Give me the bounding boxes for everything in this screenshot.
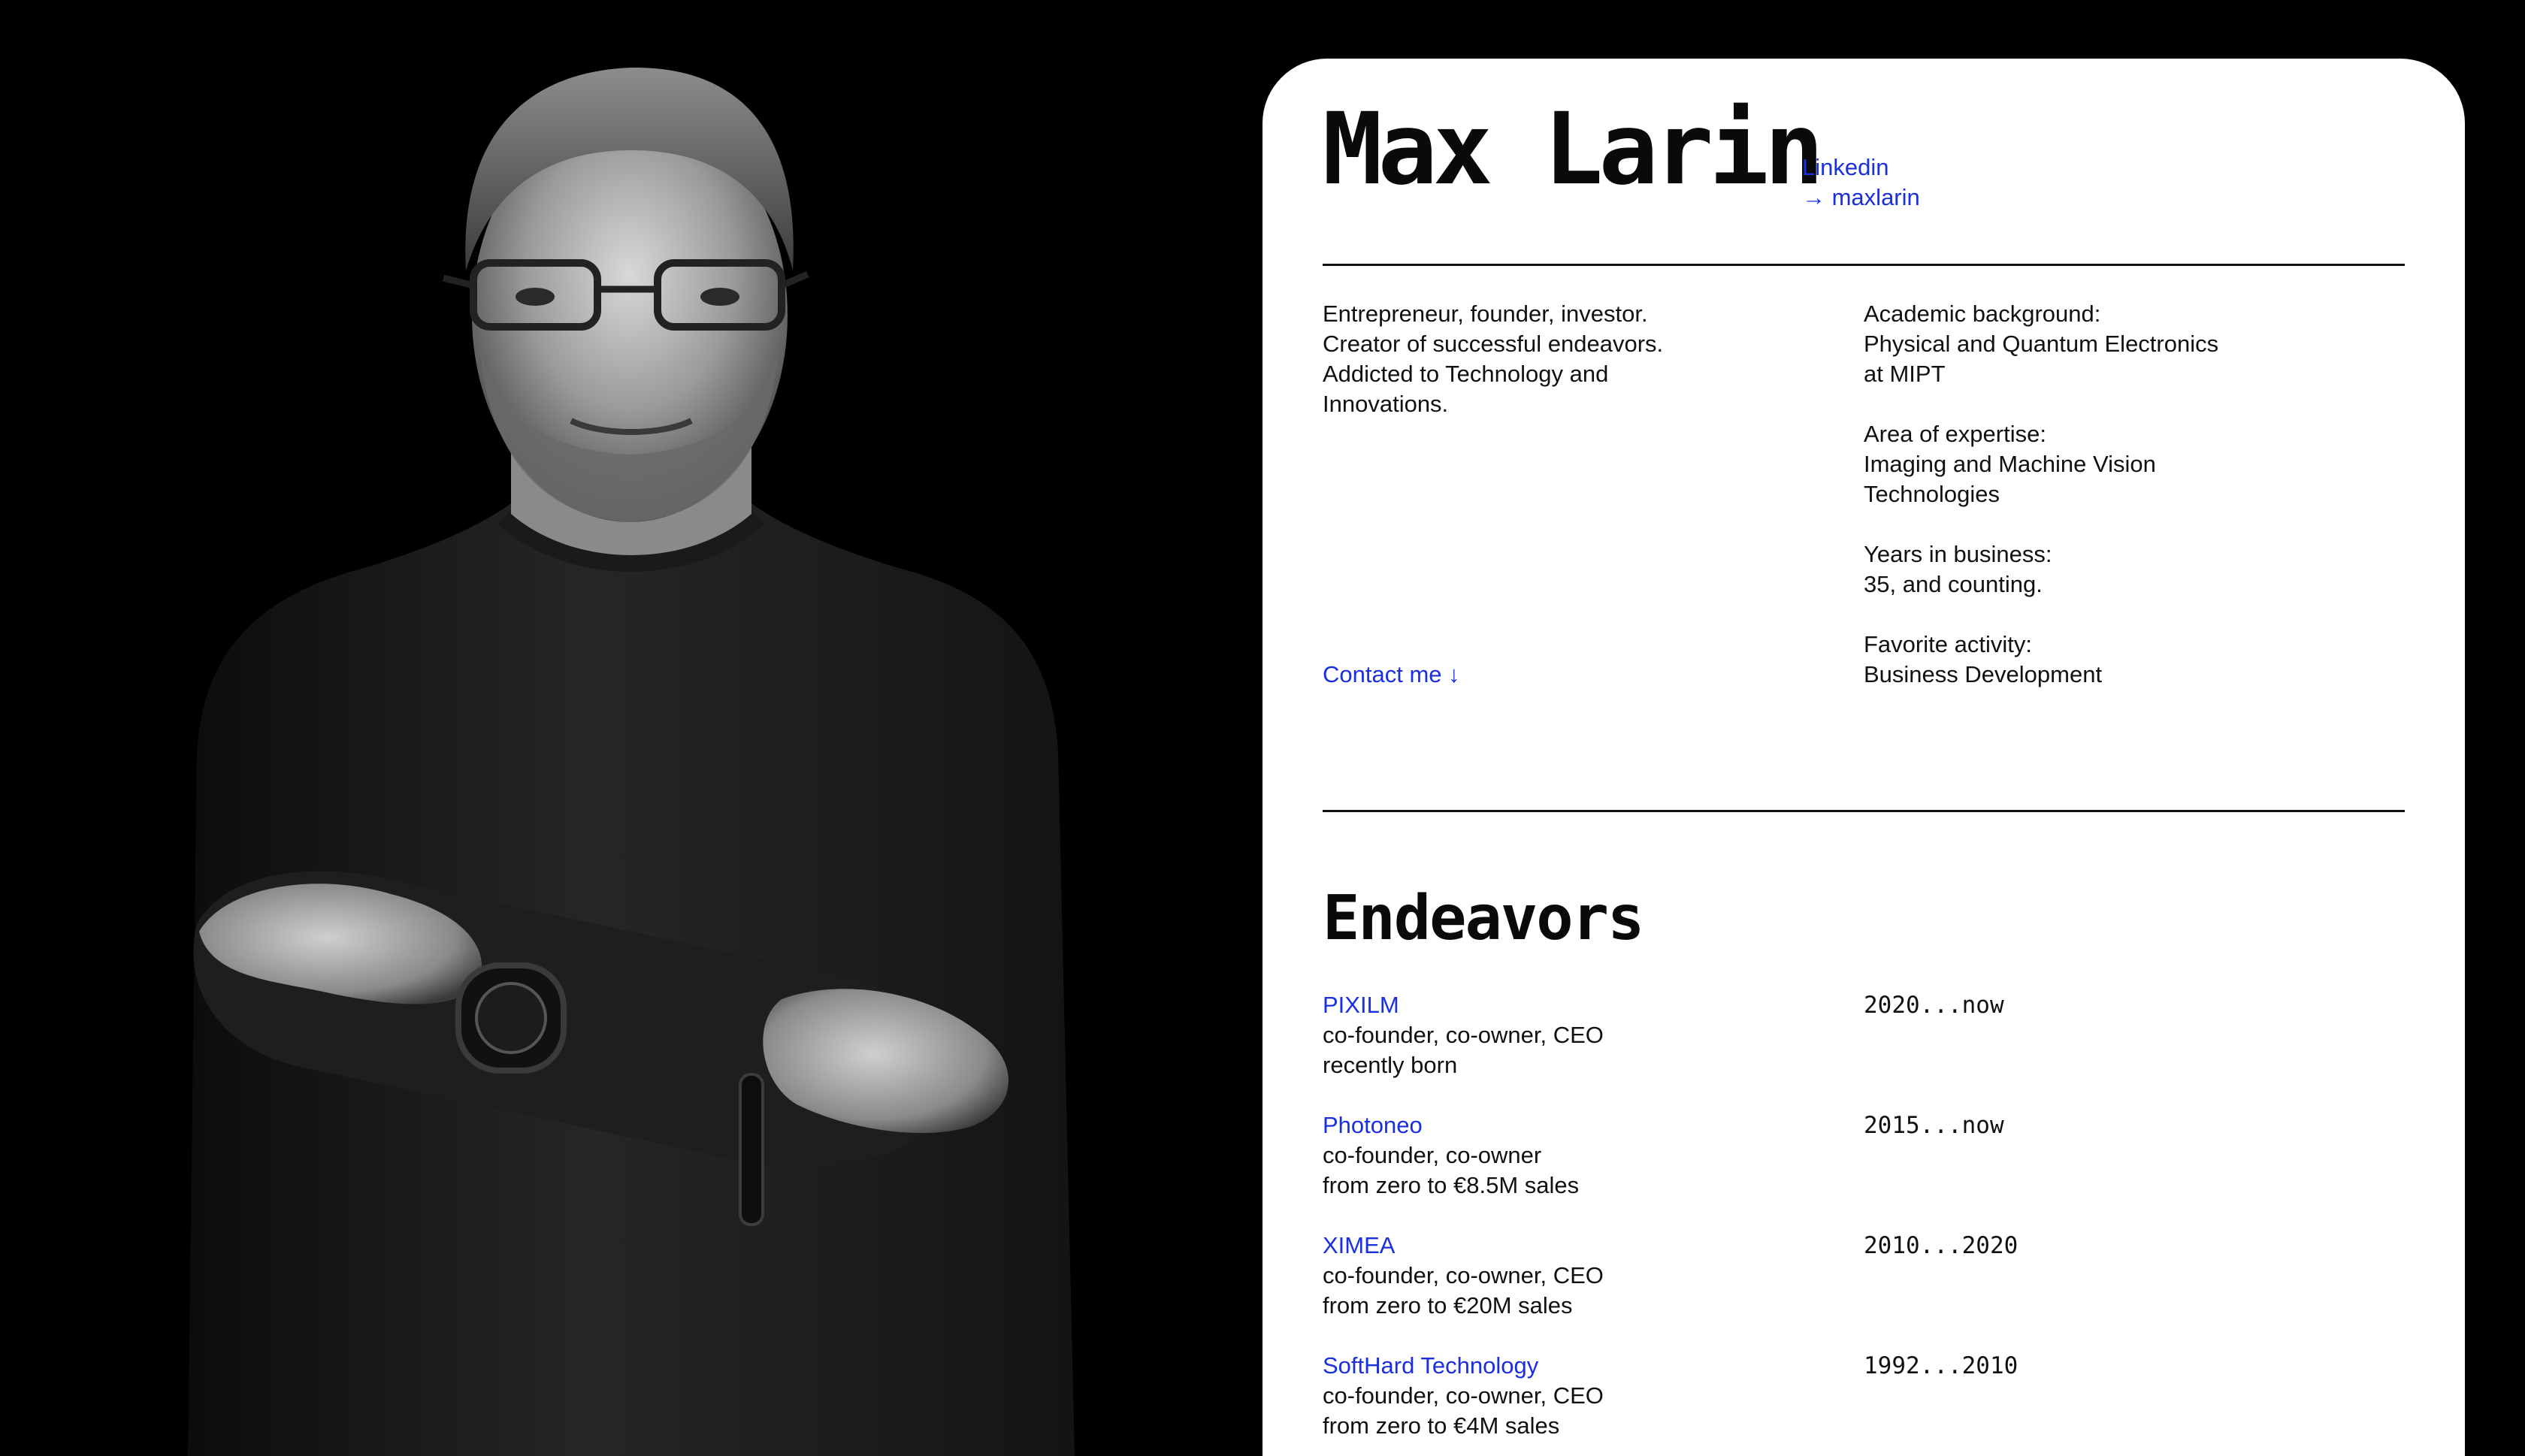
endeavors-title: Endeavors bbox=[1323, 883, 1644, 954]
bio-line: Innovations. bbox=[1323, 391, 1449, 417]
linkedin-handle-link[interactable]: → maxlarin bbox=[1802, 183, 1920, 213]
fact-value: at MIPT bbox=[1864, 361, 1946, 387]
endeavor-note: from zero to €4M sales bbox=[1323, 1412, 1560, 1439]
fact-label: Years in business: bbox=[1864, 541, 2052, 567]
company-link[interactable]: SoftHard Technology bbox=[1323, 1352, 1538, 1379]
fact-value: Physical and Quantum Electronics bbox=[1864, 331, 2219, 357]
section-divider bbox=[1323, 810, 2405, 812]
endeavor-role: co-founder, co-owner bbox=[1323, 1142, 1542, 1168]
fact-years-in-business: Years in business: 35, and counting. bbox=[1864, 539, 2390, 600]
endeavor-years: 2015...now bbox=[1864, 1112, 2004, 1139]
contact-me-link[interactable]: Contact me ↓ bbox=[1323, 660, 1460, 690]
fact-label: Academic background: bbox=[1864, 301, 2101, 327]
endeavor-role: co-founder, co-owner, CEO bbox=[1323, 1262, 1604, 1288]
facts-list: Academic background: Physical and Quantu… bbox=[1864, 299, 2390, 720]
fact-favorite-activity: Favorite activity: Business Development bbox=[1864, 630, 2390, 690]
endeavor-item: XIMEA co-founder, co-owner, CEO from zer… bbox=[1323, 1231, 2405, 1351]
endeavor-item: PIXILM co-founder, co-owner, CEO recentl… bbox=[1323, 990, 2405, 1110]
endeavor-note: from zero to €20M sales bbox=[1323, 1292, 1573, 1319]
linkedin-link[interactable]: Linkedin bbox=[1802, 153, 1920, 183]
company-link[interactable]: PIXILM bbox=[1323, 992, 1399, 1018]
profile-name: Max Larin bbox=[1323, 92, 1824, 207]
fact-label: Favorite activity: bbox=[1864, 631, 2032, 657]
fact-area-of-expertise: Area of expertise: Imaging and Machine V… bbox=[1864, 419, 2390, 509]
endeavor-item: SoftHard Technology co-founder, co-owner… bbox=[1323, 1351, 2405, 1456]
portrait-photo bbox=[0, 0, 1262, 1456]
fact-value: 35, and counting. bbox=[1864, 571, 2043, 597]
endeavor-years: 2020...now bbox=[1864, 992, 2004, 1019]
fact-value: Technologies bbox=[1864, 481, 2000, 507]
endeavor-item: Photoneo co-founder, co-owner from zero … bbox=[1323, 1110, 2405, 1231]
bio-line: Addicted to Technology and bbox=[1323, 361, 1609, 387]
endeavor-years: 1992...2010 bbox=[1864, 1352, 2018, 1379]
fact-label: Area of expertise: bbox=[1864, 421, 2046, 447]
bio: Entrepreneur, founder, investor. Creator… bbox=[1323, 299, 1774, 419]
endeavor-note: from zero to €8.5M sales bbox=[1323, 1172, 1580, 1198]
endeavor-role: co-founder, co-owner, CEO bbox=[1323, 1022, 1604, 1048]
company-link[interactable]: Photoneo bbox=[1323, 1112, 1423, 1138]
bio-line: Entrepreneur, founder, investor. bbox=[1323, 301, 1648, 327]
endeavor-role: co-founder, co-owner, CEO bbox=[1323, 1382, 1604, 1409]
endeavor-note: recently born bbox=[1323, 1052, 1458, 1078]
endeavors-list: PIXILM co-founder, co-owner, CEO recentl… bbox=[1323, 990, 2405, 1456]
company-link[interactable]: XIMEA bbox=[1323, 1232, 1395, 1258]
linkedin-link-group: Linkedin → maxlarin bbox=[1802, 153, 1920, 213]
bio-line: Creator of successful endeavors. bbox=[1323, 331, 1664, 357]
fact-value: Business Development bbox=[1864, 661, 2103, 687]
endeavor-years: 2010...2020 bbox=[1864, 1232, 2018, 1259]
profile-card: Max Larin Linkedin → maxlarin Entreprene… bbox=[1262, 59, 2465, 1456]
fact-academic-background: Academic background: Physical and Quantu… bbox=[1864, 299, 2390, 389]
profile-header: Max Larin Linkedin → maxlarin bbox=[1323, 92, 2405, 266]
fact-value: Imaging and Machine Vision bbox=[1864, 451, 2156, 477]
